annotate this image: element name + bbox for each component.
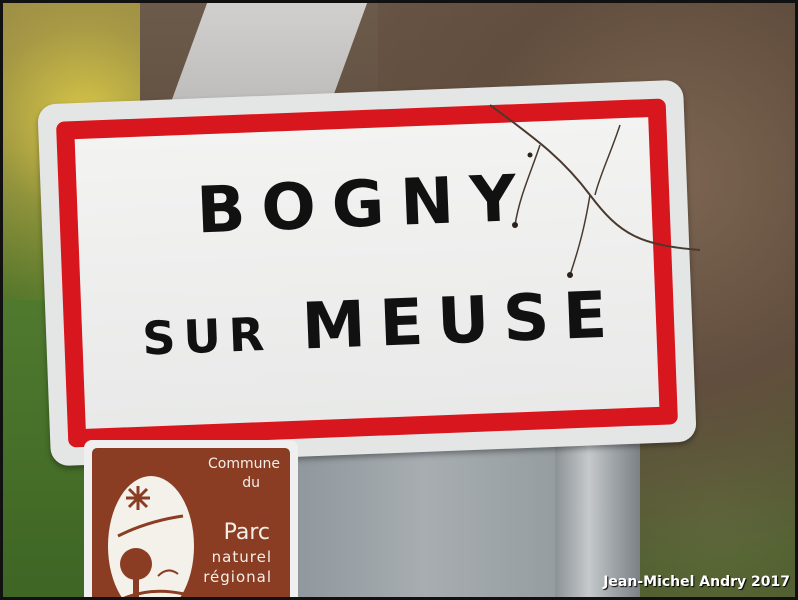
park-sign: Commune du Parc naturel régional [84,440,298,600]
park-sign-regional: régional [203,568,272,586]
park-sign-naturel: naturel [211,548,272,566]
background-house [171,0,369,100]
photo: BOGNY SUR MEUSE Commune du Parc naturel … [0,0,798,600]
park-sign-du: du [242,475,260,491]
park-sign-panel: Commune du Parc naturel régional [92,448,290,600]
park-tree-logo-icon [108,476,194,600]
sign-word-sur: SUR [141,306,274,366]
bare-branches [489,104,701,278]
park-sign-parc: Parc [223,520,270,545]
photo-credit: Jean-Michel Andry 2017 [603,574,790,590]
park-sign-commune: Commune [208,456,280,472]
